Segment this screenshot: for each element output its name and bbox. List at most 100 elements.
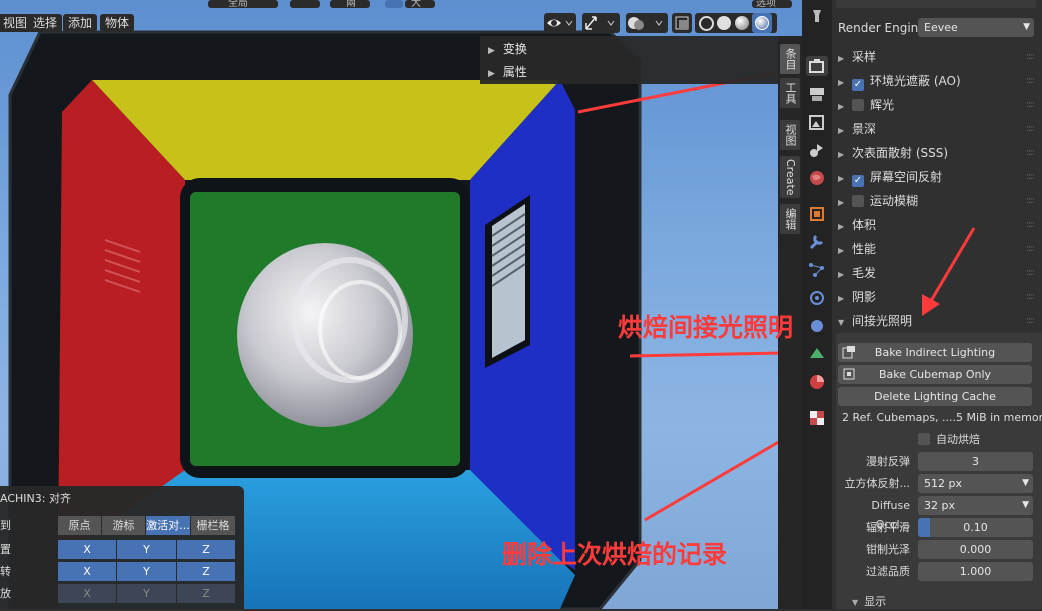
rotation-z-toggle[interactable]: Z bbox=[177, 562, 236, 581]
drag-handle-icon[interactable]: :::: bbox=[1026, 238, 1035, 260]
expand-arrow-icon: ▶ bbox=[838, 78, 845, 87]
rendered-shading-button[interactable] bbox=[752, 13, 772, 33]
delete-lighting-cache-button[interactable]: Delete Lighting Cache bbox=[838, 387, 1032, 406]
properties-section[interactable]: ▶ 属性 bbox=[488, 61, 527, 83]
field-value: 32 px bbox=[924, 499, 955, 512]
drag-handle-icon[interactable]: :::: bbox=[1026, 310, 1035, 332]
transform-section[interactable]: ▶ 变换 bbox=[488, 38, 527, 60]
object-tab[interactable] bbox=[806, 204, 828, 224]
field-value: 512 px bbox=[924, 477, 962, 490]
drag-handle-icon[interactable]: :::: bbox=[1026, 142, 1035, 164]
shading-mode-group[interactable] bbox=[695, 13, 777, 33]
snap-dropdown[interactable]: 兩 bbox=[330, 0, 370, 8]
scale-z-toggle[interactable]: Z bbox=[177, 584, 236, 603]
panel-enable-checkbox[interactable]: ✓ bbox=[852, 79, 864, 91]
render-panel-header[interactable]: ▶ ✓ 环境光遮蔽 (AO):::: bbox=[838, 70, 1038, 92]
render-panel-header[interactable]: ▶ 运动模糊:::: bbox=[838, 190, 1038, 212]
properties-tab-bar bbox=[802, 0, 832, 609]
world-tab[interactable] bbox=[806, 168, 828, 188]
xray-toggle[interactable] bbox=[672, 13, 692, 33]
menu-object[interactable]: 物体 bbox=[100, 14, 135, 32]
rotation-y-toggle[interactable]: Y bbox=[117, 562, 177, 581]
render-panel-header[interactable]: ▶ 辉光:::: bbox=[838, 94, 1038, 116]
tab-edit[interactable]: 编辑 bbox=[780, 204, 800, 234]
render-panel-header[interactable]: ▶ 次表面散射 (SSS):::: bbox=[838, 142, 1038, 164]
field-number[interactable]: 0.000 bbox=[918, 540, 1033, 559]
scene-tab[interactable] bbox=[806, 140, 828, 160]
constraints-tab[interactable] bbox=[806, 316, 828, 336]
location-y-toggle[interactable]: Y bbox=[117, 540, 177, 559]
tab-tool[interactable]: 工具 bbox=[780, 78, 800, 108]
drag-handle-icon[interactable]: :::: bbox=[1026, 70, 1035, 92]
render-panel-header[interactable]: ▶ 景深:::: bbox=[838, 118, 1038, 140]
view-layer-tab[interactable] bbox=[806, 112, 828, 132]
expand-arrow-icon: ▶ bbox=[838, 246, 845, 255]
drag-handle-icon[interactable]: :::: bbox=[1026, 214, 1035, 236]
align-cursor-option[interactable]: 游标 bbox=[102, 516, 146, 535]
render-panel-header[interactable]: ▶ ✓ 屏幕空间反射:::: bbox=[838, 166, 1038, 188]
drag-handle-icon[interactable]: :::: bbox=[1026, 262, 1035, 284]
scale-y-toggle[interactable]: Y bbox=[117, 584, 177, 603]
adjust-last-operation-panel: ACHIN3: 对齐 到 原点 游标 激活对... 栅栏格 置 X Y Z 转 … bbox=[0, 486, 244, 609]
panel-enable-checkbox[interactable] bbox=[852, 195, 864, 207]
tool-tab[interactable] bbox=[806, 6, 828, 26]
location-z-toggle[interactable]: Z bbox=[177, 540, 236, 559]
rotation-x-toggle[interactable]: X bbox=[58, 562, 117, 581]
drag-handle-icon[interactable]: :::: bbox=[1026, 94, 1035, 116]
material-tab[interactable] bbox=[806, 372, 828, 392]
render-engine-dropdown[interactable]: Eevee ▼ bbox=[918, 18, 1034, 37]
align-origin-option[interactable]: 原点 bbox=[58, 516, 102, 535]
visibility-dropdown[interactable] bbox=[544, 13, 576, 33]
expand-arrow-icon: ▼ bbox=[852, 598, 859, 607]
texture-tab[interactable] bbox=[806, 408, 828, 428]
tab-view[interactable]: 视图 bbox=[780, 120, 800, 150]
expand-arrow-icon: ▶ bbox=[488, 69, 495, 79]
modifier-tab[interactable] bbox=[806, 232, 828, 252]
align-active-option[interactable]: 激活对... bbox=[146, 516, 191, 535]
particles-tab[interactable] bbox=[806, 260, 828, 280]
render-panel-header[interactable]: ▶ 采样:::: bbox=[838, 46, 1038, 68]
wireframe-shading-icon[interactable] bbox=[699, 16, 714, 31]
header-strip bbox=[836, 0, 1036, 8]
solid-shading-icon[interactable] bbox=[717, 16, 731, 30]
panel-label: 毛发 bbox=[852, 266, 877, 280]
3d-viewport[interactable]: 视图 选择 添加 物体 全局 兩 大 选项 ▶ 变换 ▶ 属性 条目 工具 视图… bbox=[0, 0, 802, 609]
bake-cubemap-button[interactable]: Bake Cubemap Only bbox=[838, 365, 1032, 384]
scale-x-toggle[interactable]: X bbox=[58, 584, 117, 603]
tab-create[interactable]: Create bbox=[780, 156, 800, 198]
tab-item[interactable]: 条目 bbox=[780, 44, 800, 74]
transform-orientation-dropdown[interactable]: 全局 bbox=[208, 0, 278, 8]
pivot-dropdown[interactable] bbox=[290, 0, 320, 8]
chevron-down-icon: ▼ bbox=[1022, 478, 1029, 488]
proportional-falloff-dropdown[interactable]: 大 bbox=[405, 0, 435, 8]
output-tab[interactable] bbox=[806, 84, 828, 104]
menu-select[interactable]: 选择 bbox=[28, 14, 63, 32]
physics-tab[interactable] bbox=[806, 288, 828, 308]
material-shading-icon[interactable] bbox=[735, 16, 749, 30]
menu-add[interactable]: 添加 bbox=[63, 14, 98, 32]
auto-bake-checkbox[interactable]: 自动烘焙 bbox=[918, 431, 980, 449]
drag-handle-icon[interactable]: :::: bbox=[1026, 190, 1035, 212]
proportional-edit-toggle[interactable] bbox=[385, 0, 403, 8]
render-tab[interactable] bbox=[806, 56, 828, 76]
field-dropdown[interactable]: 32 px ▼ bbox=[918, 496, 1033, 515]
gizmo-toggle[interactable] bbox=[582, 13, 620, 33]
field-label: 钳制光泽 bbox=[866, 543, 910, 556]
field-label: 辐射平滑 bbox=[866, 521, 910, 534]
field-number[interactable]: 3 bbox=[918, 452, 1033, 471]
drag-handle-icon[interactable]: :::: bbox=[1026, 118, 1035, 140]
location-x-toggle[interactable]: X bbox=[58, 540, 117, 559]
overlays-toggle[interactable] bbox=[626, 13, 668, 33]
options-dropdown[interactable]: 选项 bbox=[752, 0, 792, 8]
display-subpanel[interactable]: ▼ 显示 bbox=[852, 594, 886, 610]
field-dropdown[interactable]: 512 px ▼ bbox=[918, 474, 1033, 493]
panel-enable-checkbox[interactable]: ✓ bbox=[852, 175, 864, 187]
drag-handle-icon[interactable]: :::: bbox=[1026, 46, 1035, 68]
field-number[interactable]: 1.000 bbox=[918, 562, 1033, 581]
drag-handle-icon[interactable]: :::: bbox=[1026, 286, 1035, 308]
align-grid-option[interactable]: 栅栏格 bbox=[191, 516, 236, 535]
data-tab[interactable] bbox=[806, 344, 828, 364]
field-slider[interactable]: 0.10 bbox=[918, 518, 1033, 537]
drag-handle-icon[interactable]: :::: bbox=[1026, 166, 1035, 188]
panel-enable-checkbox[interactable] bbox=[852, 99, 864, 111]
